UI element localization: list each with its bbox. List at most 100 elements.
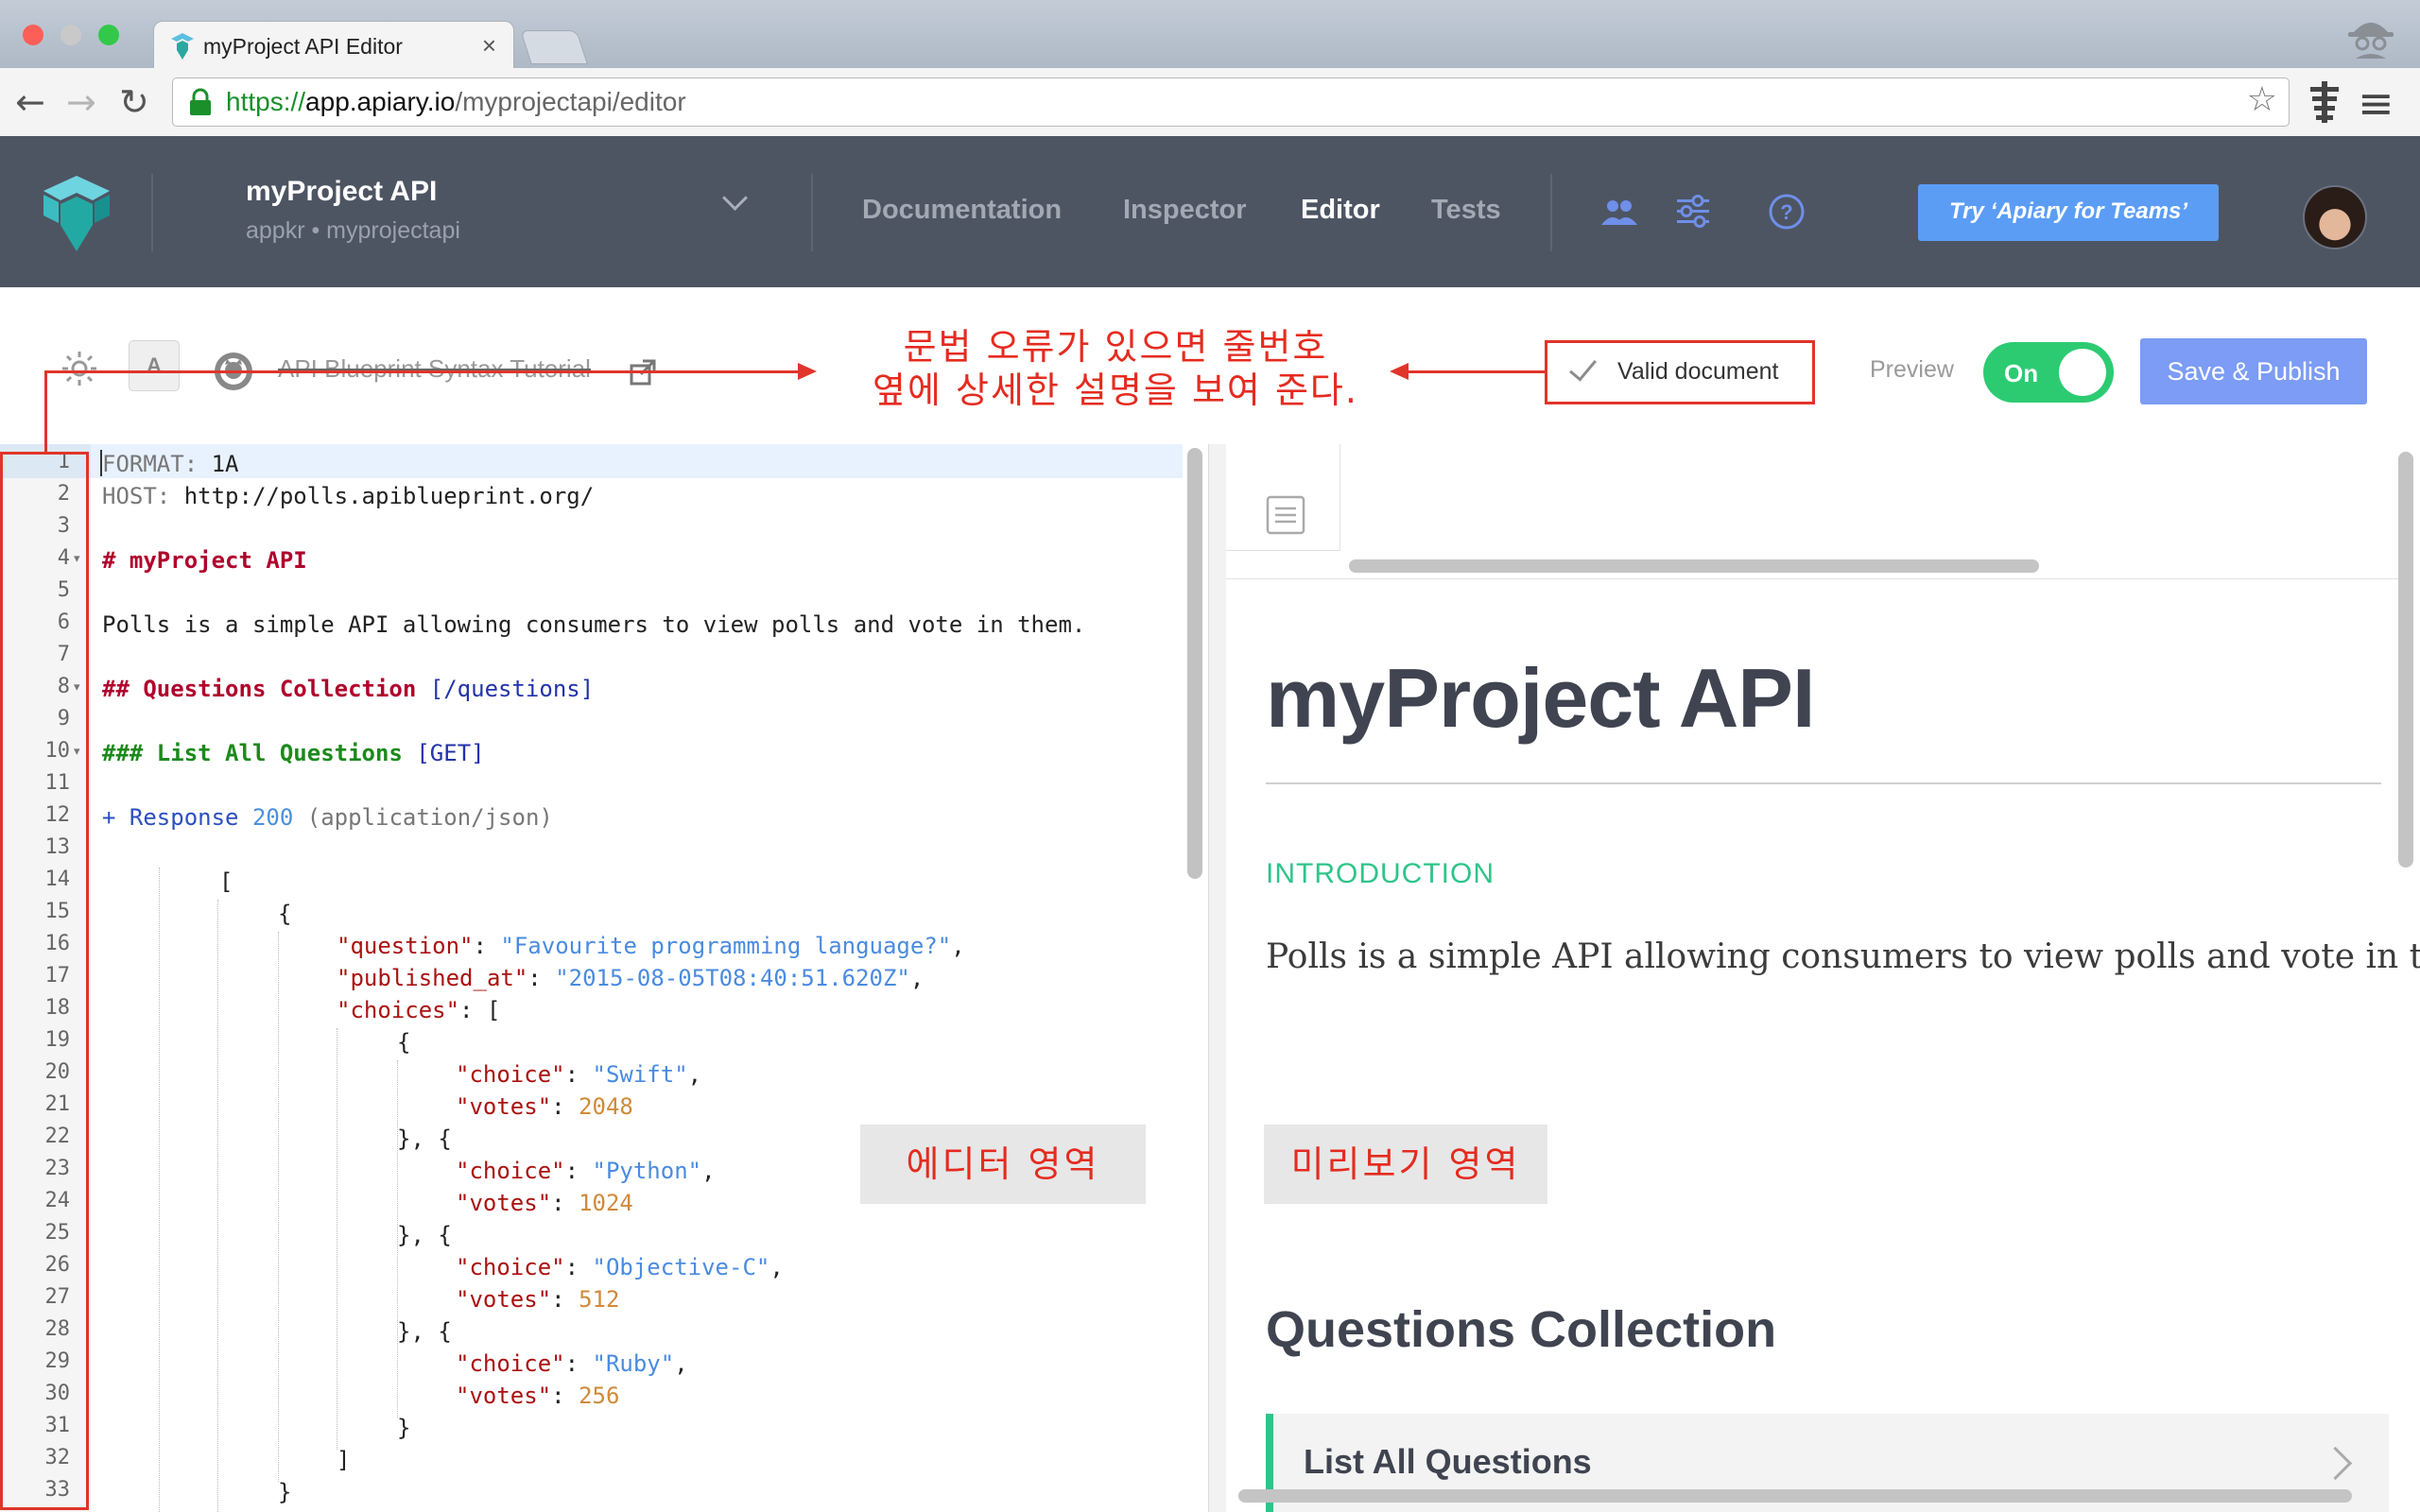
code-line: ]	[337, 1447, 351, 1473]
settings-icon[interactable]	[1677, 195, 1709, 229]
title-rule	[1266, 782, 2381, 784]
menu-icon[interactable]: ≡	[2358, 77, 2394, 129]
annotation-line-2: 옆에 상세한 설명을 보여 준다.	[873, 369, 1358, 411]
code-line: "votes": 2048	[456, 1093, 633, 1120]
preview-label: Preview	[1870, 356, 1954, 383]
code-token: "Favourite programming language?"	[500, 933, 952, 959]
try-teams-button[interactable]: Try ‘Apiary for Teams’	[1918, 184, 2219, 241]
code-token: 1024	[579, 1190, 633, 1216]
sun-icon[interactable]	[60, 350, 98, 387]
help-icon[interactable]: ?	[1768, 193, 1806, 231]
spy-icon	[2348, 23, 2394, 59]
code-line: "choices": [	[337, 997, 501, 1023]
code-line: ### List All Questions [GET]	[102, 737, 485, 769]
code-line: FORMAT: 1A	[102, 448, 239, 480]
indent-guide	[278, 932, 279, 1482]
code-token: FORMAT:	[102, 451, 199, 477]
annotation-line	[1407, 370, 1545, 373]
editor-area-label: 에디터 영역	[860, 1125, 1146, 1204]
code-line: ## Questions Collection [/questions]	[102, 673, 594, 705]
code-token: 512	[579, 1286, 620, 1313]
avatar[interactable]	[2303, 185, 2367, 249]
preview-top-scrollbar[interactable]	[1349, 559, 2039, 573]
pane-divider[interactable]	[1208, 444, 1226, 1512]
indent-guide	[159, 868, 160, 1512]
preview-title: myProject API	[1266, 651, 1815, 745]
browser-tab[interactable]: myProject API Editor ×	[153, 21, 514, 71]
code-token: 2048	[579, 1093, 633, 1120]
indent-guide	[217, 900, 218, 1512]
code-token: "votes"	[456, 1093, 552, 1120]
document-icon[interactable]	[1266, 495, 1305, 535]
code-editor[interactable]: 1 2 3 4 ▾ 5 6 7 8 ▾ 9 10 ▾ 11 12 13 14 15 16 17 18 19 20 21 22 23…	[0, 444, 1184, 1512]
team-icon[interactable]	[1601, 198, 1637, 225]
code-token: ## Questions Collection	[102, 676, 430, 702]
code-token: "votes"	[456, 1383, 552, 1409]
code-token: "Swift"	[592, 1061, 688, 1088]
collection-heading: Questions Collection	[1266, 1301, 1777, 1358]
url-path: /myprojectapi/editor	[455, 87, 686, 116]
code-line: }	[397, 1415, 411, 1441]
code-token: "votes"	[456, 1286, 552, 1313]
code-line: # myProject API	[102, 547, 307, 574]
code-token: "choice"	[456, 1254, 565, 1280]
preview-toc-toggle[interactable]	[1226, 444, 1340, 551]
header-divider	[151, 174, 153, 251]
minimize-window-button[interactable]	[60, 25, 81, 45]
save-publish-button[interactable]: Save & Publish	[2140, 338, 2367, 404]
code-token: "choice"	[456, 1158, 565, 1184]
tab-close-button[interactable]: ×	[482, 31, 496, 60]
preview-horizontal-scrollbar[interactable]	[1238, 1489, 2352, 1503]
code-token: "Ruby"	[592, 1350, 675, 1377]
code-token: [GET]	[416, 740, 485, 766]
check-icon	[1569, 352, 1597, 382]
new-tab-button[interactable]	[520, 30, 588, 64]
chevron-right-icon	[2318, 1446, 2353, 1481]
code-line: {	[397, 1029, 411, 1056]
star-icon[interactable]: ☆	[2247, 80, 2277, 119]
code-token: "question"	[337, 933, 474, 959]
address-bar[interactable]: https://app.apiary.io/myprojectapi/edito…	[172, 77, 2290, 127]
lock-icon	[190, 88, 211, 115]
apiary-logo-icon[interactable]	[40, 176, 113, 251]
code-token: "Objective-C"	[592, 1254, 770, 1280]
code-line: "votes": 1024	[456, 1190, 633, 1216]
url-text: https://app.apiary.io/myprojectapi/edito…	[226, 87, 686, 117]
code-token: "choices"	[337, 997, 460, 1023]
code-line: "published_at": "2015-08-05T08:40:51.620…	[337, 965, 925, 991]
tutorial-link[interactable]: API Blueprint Syntax Tutorial	[278, 354, 591, 384]
code-line: "votes": 256	[456, 1383, 620, 1409]
code-token: 1A	[198, 451, 239, 477]
syntax-error-annotation: 문법 오류가 있으면 줄번호 옆에 상세한 설명을 보여 준다.	[813, 325, 1418, 412]
editor-scrollbar[interactable]	[1187, 448, 1202, 879]
code-line: "votes": 512	[456, 1286, 620, 1313]
code-token: [	[486, 997, 501, 1023]
nav-tests[interactable]: Tests	[1431, 195, 1501, 226]
active-line-highlight	[91, 444, 1183, 478]
nav-inspector[interactable]: Inspector	[1123, 195, 1247, 226]
api-description: Polls is a simple API allowing consumers…	[1266, 937, 2420, 976]
code-token: [/questions]	[429, 676, 595, 702]
nav-documentation[interactable]: Documentation	[862, 195, 1062, 226]
extension-icon[interactable]	[2308, 81, 2341, 123]
back-button[interactable]: ←	[15, 81, 45, 123]
reload-button[interactable]: ↻	[119, 81, 149, 123]
arrow-right-icon	[798, 363, 817, 380]
code-token: "2015-08-05T08:40:51.620Z"	[555, 965, 910, 991]
toggle-knob	[2059, 349, 2106, 396]
forward-button[interactable]: →	[66, 81, 96, 123]
gutter-highlight-box	[0, 452, 89, 1510]
annotation-line	[44, 370, 47, 454]
close-window-button[interactable]	[23, 25, 43, 45]
preview-scrollbar[interactable]	[2398, 452, 2413, 868]
code-token: 200	[251, 804, 294, 831]
preview-area-label: 미리보기 영역	[1264, 1125, 1547, 1204]
chevron-down-icon[interactable]	[722, 185, 748, 211]
code-line: "choice": "Ruby",	[456, 1350, 688, 1377]
nav-editor[interactable]: Editor	[1301, 195, 1380, 226]
preview-toggle[interactable]: On	[1983, 342, 2114, 403]
project-name[interactable]: myProject API	[246, 176, 437, 208]
zoom-window-button[interactable]	[98, 25, 119, 45]
code-token: + Response	[102, 804, 252, 831]
font-size-button[interactable]: A	[129, 340, 180, 391]
